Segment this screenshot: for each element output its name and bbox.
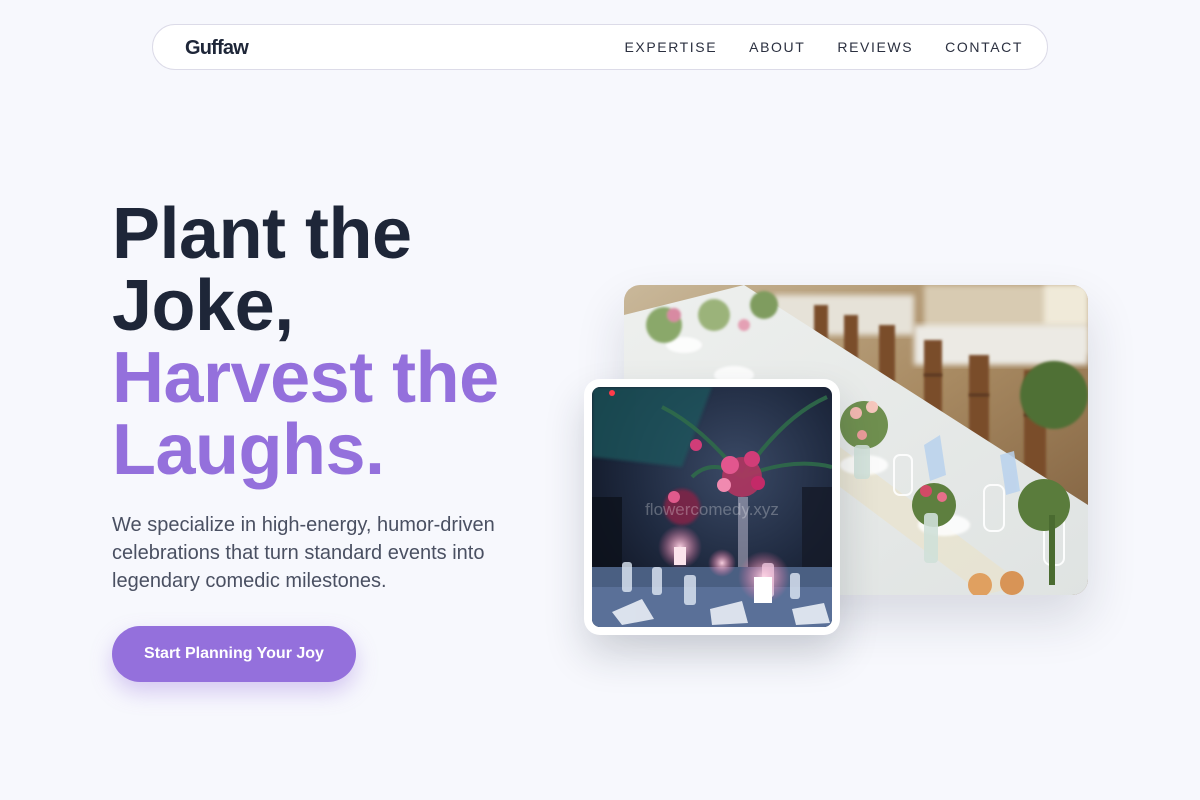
candlelit-table-photo-frame: flowercomedy.xyz xyxy=(584,379,840,635)
top-nav: Guffaw EXPERTISE ABOUT REVIEWS CONTACT xyxy=(152,24,1048,70)
hero-title-line-1: Plant the xyxy=(112,194,412,274)
hero-subtitle: We specialize in high-energy, humor-driv… xyxy=(112,514,495,592)
brand-logo[interactable]: Guffaw xyxy=(185,37,249,60)
hero-title: Plant the Joke, Harvest the Laughs. xyxy=(112,198,572,486)
hero-title-line-3: Harvest the xyxy=(112,338,499,418)
hero-title-line-2: Joke, xyxy=(112,266,294,346)
hero-title-line-4: Laughs. xyxy=(112,410,385,490)
nav-links: EXPERTISE ABOUT REVIEWS CONTACT xyxy=(624,25,1023,69)
photo-watermark: flowercomedy.xyz xyxy=(645,500,779,519)
nav-link-reviews[interactable]: REVIEWS xyxy=(837,39,913,55)
start-planning-button[interactable]: Start Planning Your Joy xyxy=(112,626,356,682)
nav-link-contact[interactable]: CONTACT xyxy=(945,39,1023,55)
nav-link-about[interactable]: ABOUT xyxy=(749,39,805,55)
candlelit-table-photo: flowercomedy.xyz xyxy=(592,387,832,627)
nav-link-expertise[interactable]: EXPERTISE xyxy=(624,39,717,55)
